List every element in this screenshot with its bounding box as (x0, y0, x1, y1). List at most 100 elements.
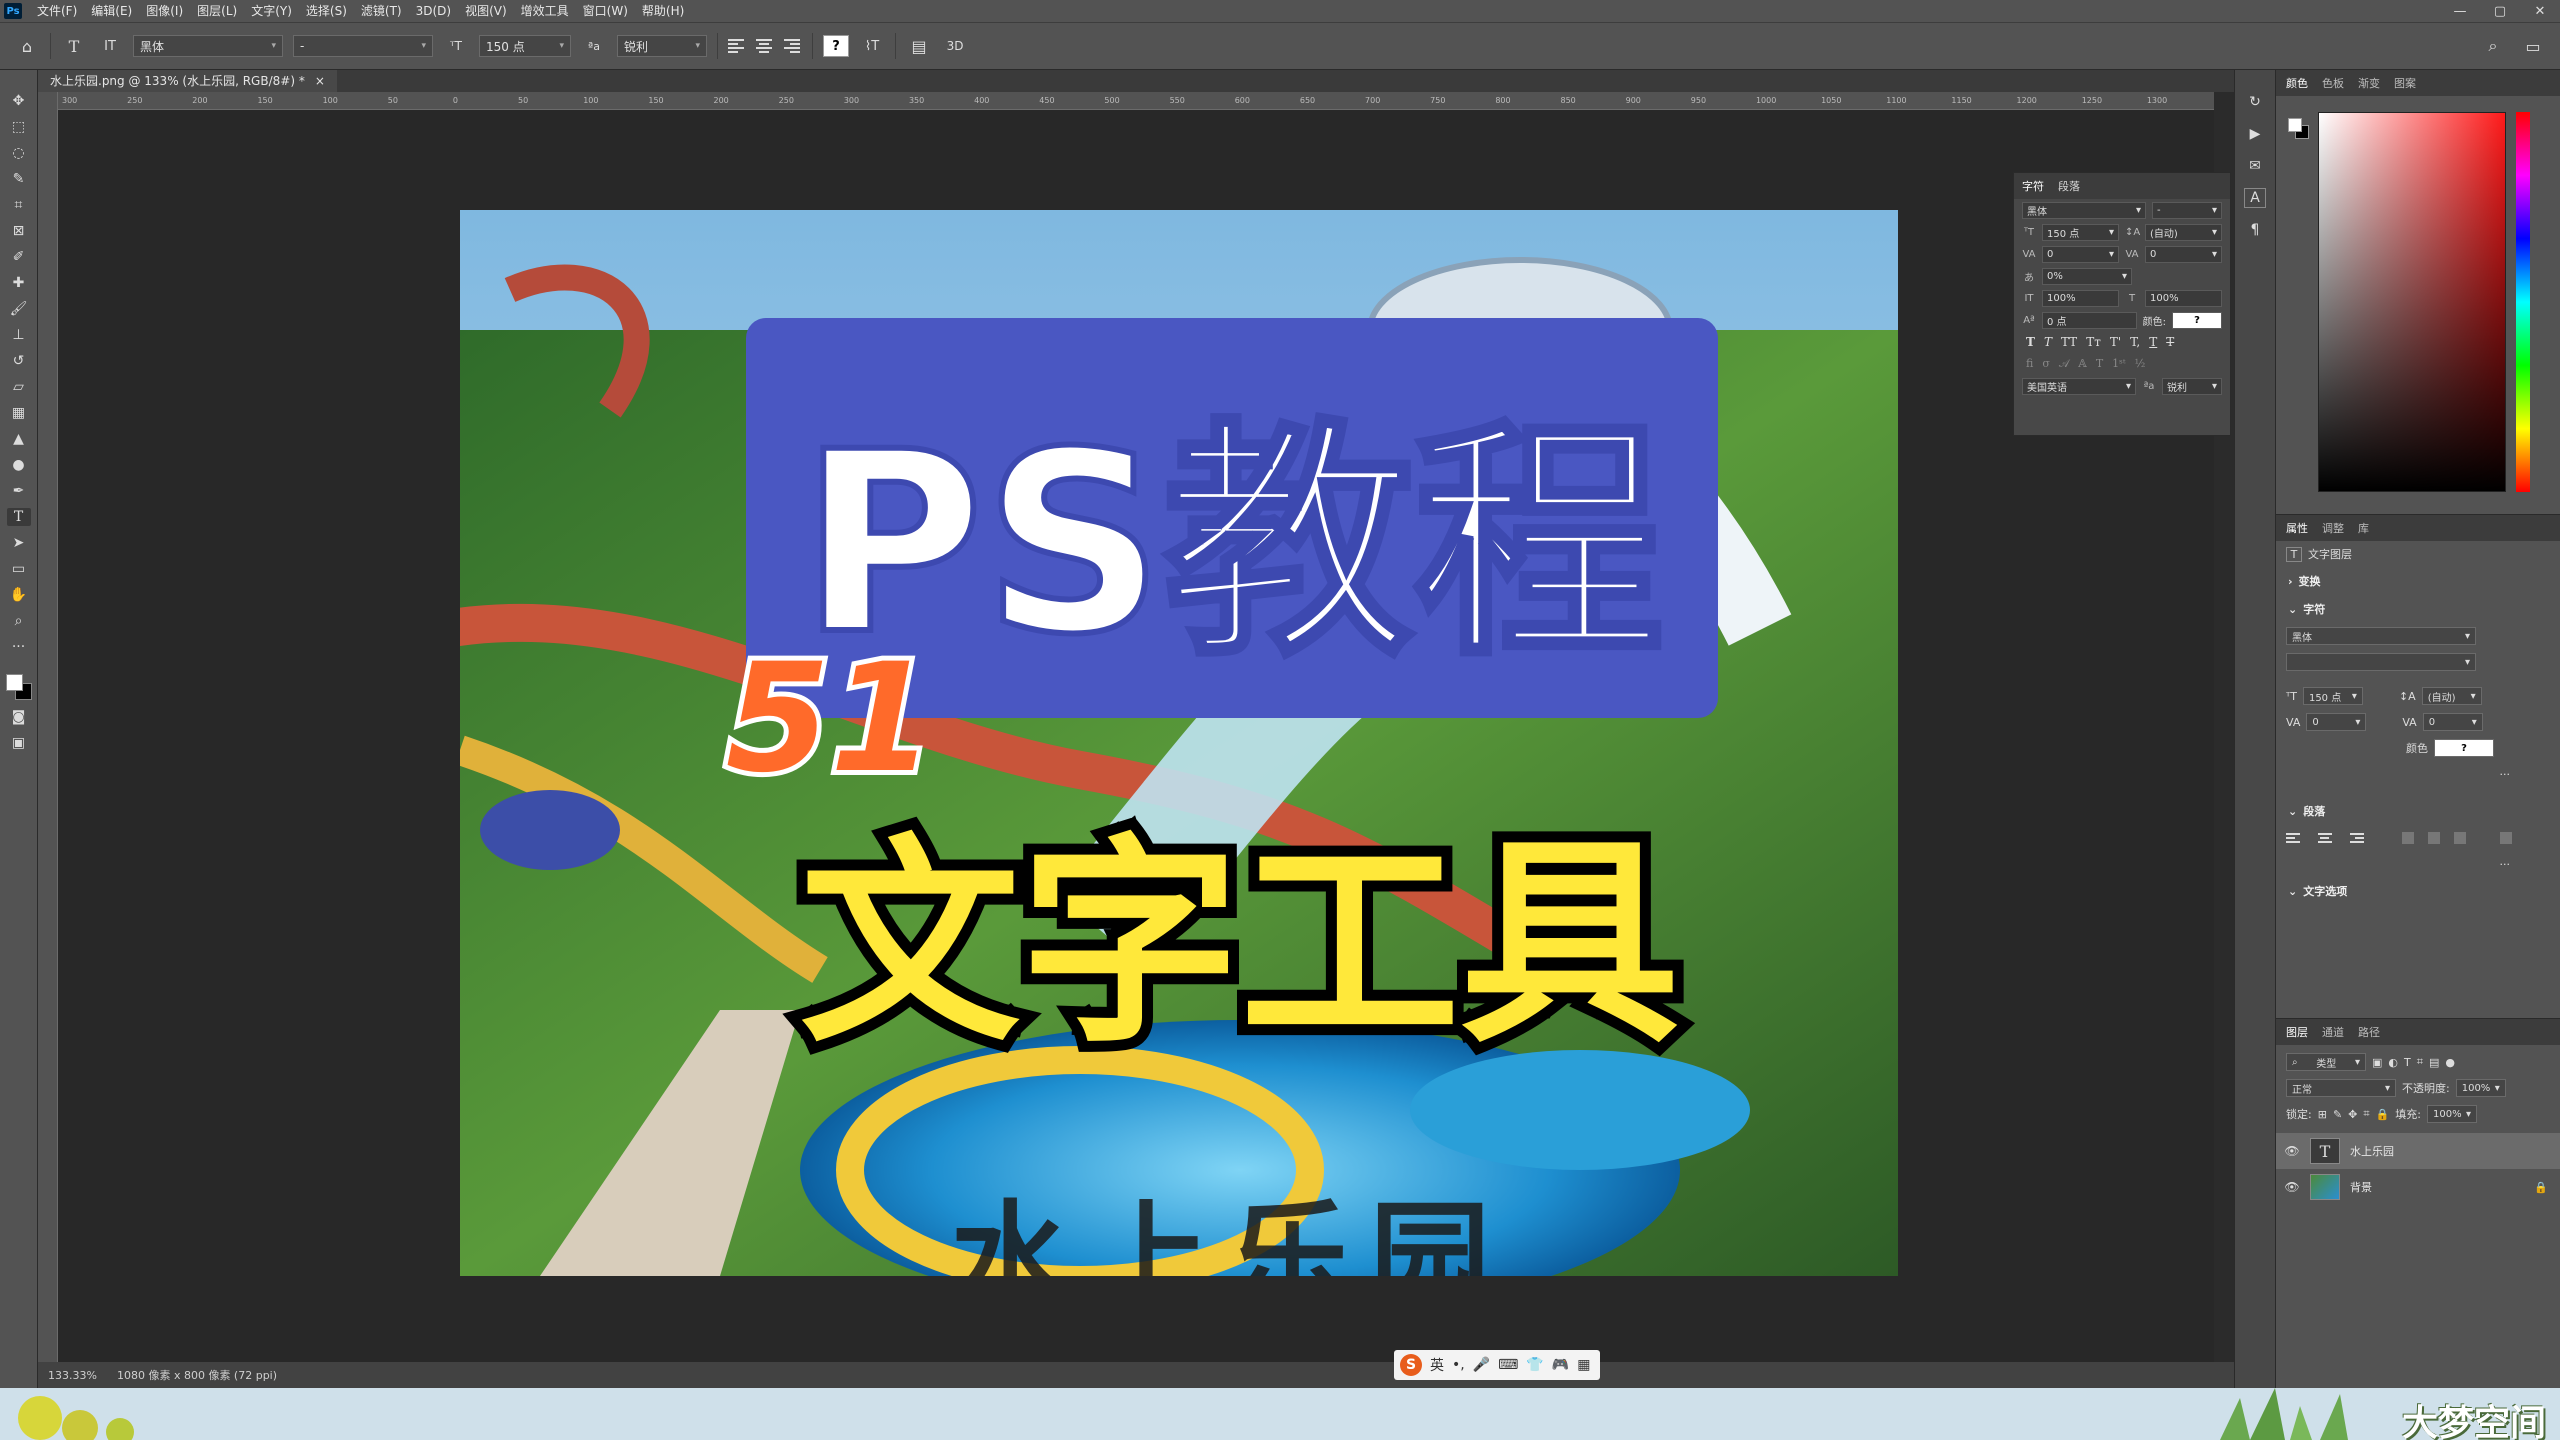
char-font-style-select[interactable]: - ▾ (2152, 201, 2222, 219)
font-size-select[interactable]: 150 点 ▾ (479, 35, 571, 57)
maximize-button[interactable]: ▢ (2480, 4, 2520, 19)
tab-paths[interactable]: 路径 (2358, 1024, 2380, 1040)
toolbox-icon[interactable]: ▦ (1577, 1357, 1590, 1373)
layer-row-text[interactable]: 👁 T 水上乐园 (2276, 1133, 2560, 1169)
layer-name[interactable]: 背景 (2350, 1179, 2372, 1195)
game-icon[interactable]: 🎮 (1552, 1357, 1569, 1373)
zoom-tool-icon[interactable]: ⌕ (7, 612, 31, 630)
close-tab-icon[interactable]: × (315, 70, 325, 92)
threed-button[interactable]: 3D (942, 33, 968, 59)
move-tool-icon[interactable]: ✥ (7, 92, 31, 110)
menu-select[interactable]: 选择(S) (299, 0, 354, 22)
healing-brush-tool-icon[interactable]: ✚ (7, 274, 31, 292)
document-size-info[interactable]: 1080 像素 x 800 像素 (72 ppi) (117, 1367, 277, 1383)
fraction-icon[interactable]: ½ (2135, 357, 2146, 371)
home-icon[interactable]: ⌂ (14, 33, 40, 59)
props-kerning-field[interactable]: 0 ▾ (2306, 713, 2367, 731)
text-options-section[interactable]: ⌄ 文字选项 (2276, 877, 2560, 905)
transform-section[interactable]: › 变换 (2276, 567, 2560, 595)
props-color-swatch[interactable]: ? (2434, 739, 2494, 757)
menu-3d[interactable]: 3D(D) (409, 0, 458, 22)
tab-libraries[interactable]: 库 (2358, 520, 2369, 536)
lock-all-icon[interactable]: 🔒 (2376, 1108, 2390, 1121)
frame-tool-icon[interactable]: ⊠ (7, 222, 31, 240)
gradient-tool-icon[interactable]: ▦ (7, 404, 31, 422)
keyboard-icon[interactable]: ⌨ (1498, 1357, 1518, 1373)
menu-image[interactable]: 图像(I) (139, 0, 190, 22)
tab-properties[interactable]: 属性 (2286, 520, 2308, 536)
align-left-button[interactable] (2286, 829, 2304, 847)
props-tracking-field[interactable]: 0 ▾ (2422, 713, 2483, 731)
document-tab[interactable]: 水上乐园.png @ 133% (水上乐园, RGB/8#) * × (38, 70, 337, 92)
filter-toggle-icon[interactable]: ● (2445, 1056, 2455, 1069)
eraser-tool-icon[interactable]: ▱ (7, 378, 31, 396)
anti-alias-select[interactable]: 锐利 ▾ (617, 35, 707, 57)
minimize-button[interactable]: — (2440, 4, 2480, 19)
align-left-button[interactable] (728, 37, 746, 55)
horizontal-ruler[interactable]: 300 250 200 150 100 50 0 50 100 150 200 250 300 350 40… (58, 92, 2214, 110)
all-caps-button[interactable]: TT (2061, 335, 2077, 349)
dodge-tool-icon[interactable]: ● (7, 456, 31, 474)
char-hscale-field[interactable]: 100% (2145, 289, 2222, 307)
pen-tool-icon[interactable]: ✒ (7, 482, 31, 500)
menu-layer[interactable]: 图层(L) (190, 0, 244, 22)
char-tsume-field[interactable]: 0% ▾ (2042, 267, 2132, 285)
faux-bold-button[interactable]: T (2026, 335, 2035, 349)
character-panel-icon[interactable]: A (2244, 188, 2266, 208)
char-font-family-select[interactable]: 黑体 ▾ (2022, 201, 2146, 219)
tab-gradients[interactable]: 渐变 (2358, 75, 2380, 91)
tab-layers[interactable]: 图层 (2286, 1024, 2308, 1040)
tab-adjustments[interactable]: 调整 (2322, 520, 2344, 536)
language-select[interactable]: 美国英语 ▾ (2022, 377, 2136, 395)
eyedropper-tool-icon[interactable]: ✐ (7, 248, 31, 266)
tab-patterns[interactable]: 图案 (2394, 75, 2416, 91)
visibility-eye-icon[interactable]: 👁 (2284, 1144, 2300, 1158)
skin-icon[interactable]: 👕 (1526, 1357, 1543, 1373)
menu-filter[interactable]: 滤镜(T) (354, 0, 409, 22)
hand-tool-icon[interactable]: ✋ (7, 586, 31, 604)
rectangle-tool-icon[interactable]: ▭ (7, 560, 31, 578)
ligature-icon[interactable]: fi (2026, 357, 2033, 371)
clone-stamp-tool-icon[interactable]: ⊥ (7, 326, 31, 344)
toggle-orientation-icon[interactable]: IT (97, 33, 123, 59)
filter-pixel-icon[interactable]: ▣ (2372, 1056, 2382, 1069)
opacity-field[interactable]: 100% ▾ (2455, 1079, 2506, 1097)
text-color-swatch[interactable]: ? (823, 35, 849, 57)
history-panel-icon[interactable]: ↻ (2244, 92, 2266, 112)
more-options-icon[interactable]: ··· (2500, 768, 2511, 781)
char-anti-alias-select[interactable]: 锐利 ▾ (2162, 377, 2222, 395)
marquee-tool-icon[interactable]: ⬚ (7, 118, 31, 136)
brush-tool-icon[interactable]: 🖌 (7, 300, 31, 318)
layer-filter-select[interactable]: ⌕ 类型 ▾ (2286, 1053, 2366, 1071)
menu-help[interactable]: 帮助(H) (635, 0, 691, 22)
filter-smart-object-icon[interactable]: ▤ (2429, 1056, 2439, 1069)
swash-icon[interactable]: 𝒜 (2059, 357, 2069, 371)
justify-last-left-button[interactable] (2402, 832, 2414, 844)
align-right-button[interactable] (2350, 829, 2368, 847)
menu-type[interactable]: 文字(Y) (244, 0, 299, 22)
lock-transparent-icon[interactable]: ⊞ (2318, 1108, 2327, 1121)
microphone-icon[interactable]: 🎤 (1473, 1357, 1490, 1373)
menu-window[interactable]: 窗口(W) (576, 0, 635, 22)
tab-swatches[interactable]: 色板 (2322, 75, 2344, 91)
blur-tool-icon[interactable]: ▲ (7, 430, 31, 448)
filter-shape-icon[interactable]: ⌗ (2417, 1055, 2423, 1069)
canvas-area[interactable]: 水上乐园 PS教程 51 文字工具 (58, 110, 2214, 1362)
justify-last-right-button[interactable] (2454, 832, 2466, 844)
vertical-ruler[interactable] (38, 92, 58, 1362)
more-tools-icon[interactable]: ··· (7, 638, 31, 656)
document-canvas[interactable]: 水上乐园 PS教程 51 文字工具 (460, 210, 1898, 1276)
char-size-field[interactable]: 150 点 ▾ (2042, 223, 2119, 241)
foreground-color-swatch[interactable] (2288, 118, 2302, 132)
ime-toolbar[interactable]: S 英 •, 🎤 ⌨ 👕 🎮 ▦ (1394, 1350, 1600, 1380)
justify-last-center-button[interactable] (2428, 832, 2440, 844)
char-tracking-field[interactable]: 0 ▾ (2145, 245, 2222, 263)
search-icon[interactable]: ⌕ (2480, 33, 2506, 59)
foreground-background-swatches[interactable] (5, 674, 32, 700)
menu-plugins[interactable]: 增效工具 (514, 0, 576, 22)
font-family-select[interactable]: 黑体 ▾ (133, 35, 283, 57)
props-font-family-select[interactable]: 黑体 ▾ (2286, 627, 2476, 645)
lock-image-icon[interactable]: ✎ (2333, 1108, 2342, 1121)
tab-paragraph[interactable]: 段落 (2058, 178, 2080, 194)
ime-mode[interactable]: 英 (1430, 1355, 1444, 1375)
